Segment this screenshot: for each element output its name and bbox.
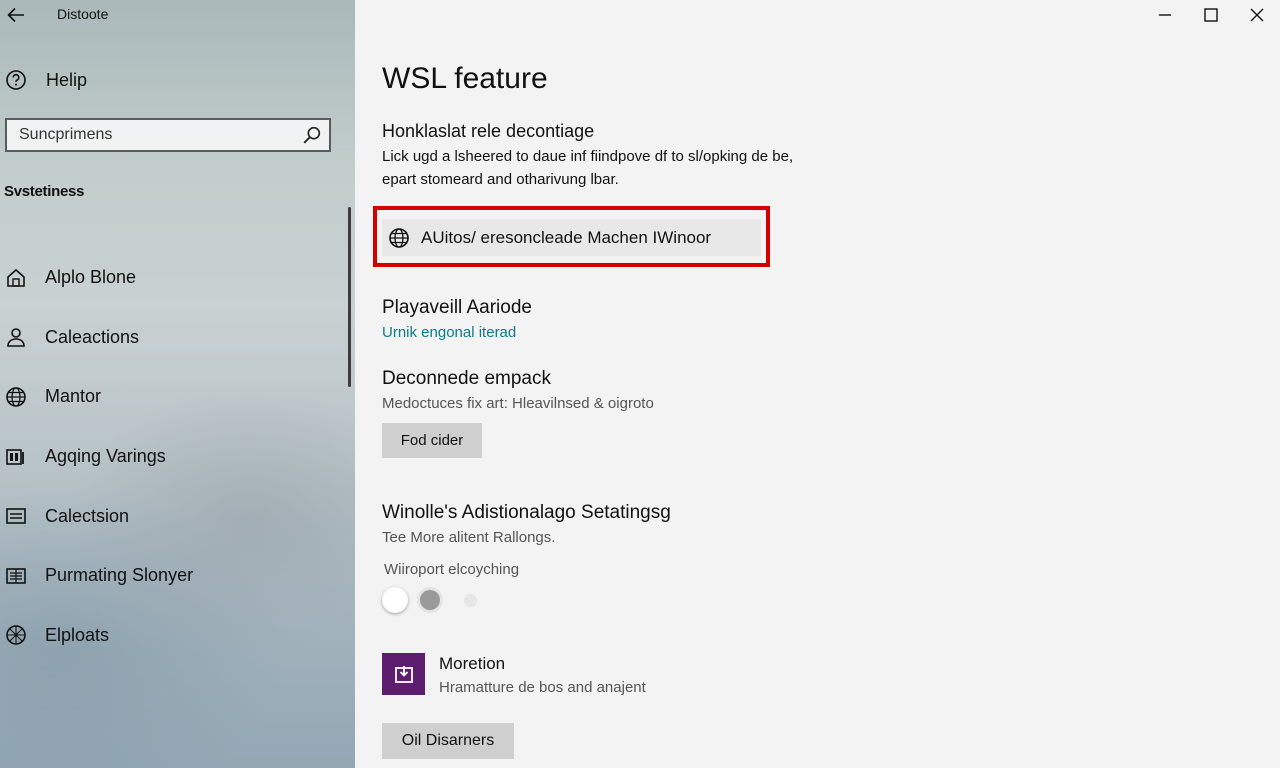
sidebar-item-label: Agqing Varings: [45, 446, 166, 467]
page-title: WSL feature: [382, 62, 548, 95]
window-icon: [4, 504, 28, 528]
sidebar-item-agqing-varings[interactable]: Agqing Varings: [0, 427, 340, 487]
devices-icon: [4, 445, 28, 469]
oil-disarners-button[interactable]: Oil Disarners: [382, 723, 514, 759]
main-content: WSL feature Honklaslat rele decontiage L…: [355, 0, 1280, 768]
sidebar-section-header: Svstetiness: [4, 183, 85, 200]
fod-cider-button[interactable]: Fod cider: [382, 423, 482, 458]
section-heading: Deconnede empack: [382, 368, 551, 389]
sidebar-item-label: Calectsion: [45, 505, 130, 526]
book-icon: [4, 564, 28, 588]
help-link[interactable]: Helip: [4, 68, 87, 92]
radio-option[interactable]: [420, 590, 440, 610]
globe-icon: [4, 385, 28, 409]
section-description: Medoctuces fix art: Hleavilnsed & oigrot…: [382, 395, 654, 412]
option-label: Wiiroport elcoyching: [384, 561, 520, 578]
sidebar-item-label: Purmating Slonyer: [45, 565, 194, 586]
sidebar-item-elploats[interactable]: Elploats: [0, 606, 340, 666]
app-title: Distoote: [57, 6, 109, 22]
sidebar-item-purmating-slonyer[interactable]: Purmating Slonyer: [0, 546, 340, 606]
moretion-tile: [382, 653, 425, 695]
sidebar-item-label: Alplo Blone: [45, 267, 137, 288]
download-icon: [394, 666, 413, 683]
section-heading: Moretion: [439, 654, 506, 673]
section-description: Lick ugd a lsheered to daue inf fiindpov…: [382, 145, 902, 191]
back-button[interactable]: [4, 3, 28, 27]
home-icon: [4, 266, 28, 290]
section-subtitle: Honklaslat rele decontiage: [382, 121, 595, 141]
sidebar-item-alplo-blone[interactable]: Alplo Blone: [0, 248, 340, 308]
globe-icon: [387, 226, 411, 250]
close-button[interactable]: [1234, 0, 1280, 30]
description-line: Lick ugd a lsheered to daue inf fiindpov…: [382, 148, 794, 165]
section-description: Tee More alitent Rallongs.: [382, 529, 556, 546]
help-icon: [6, 70, 26, 90]
sidebar: Distoote Helip Svstetiness Alplo Blone C…: [0, 0, 355, 768]
wsl-action-label: AUitos/ eresoncleade Machen IWinoor: [421, 227, 712, 247]
search-input[interactable]: [7, 125, 301, 145]
section-heading: Playaveill Aariode: [382, 297, 532, 318]
radio-option[interactable]: [382, 587, 408, 613]
network-icon: [4, 623, 28, 647]
search-box: [5, 118, 331, 152]
section-link[interactable]: Urnik engonal iterad: [382, 324, 516, 341]
wsl-action-button[interactable]: AUitos/ eresoncleade Machen IWinoor: [382, 219, 761, 256]
option-radio-group: [382, 587, 522, 613]
person-icon: [4, 325, 28, 349]
search-icon[interactable]: [301, 124, 323, 146]
sidebar-item-label: Mantor: [45, 386, 102, 407]
sidebar-item-calectsion[interactable]: Calectsion: [0, 486, 340, 546]
radio-option[interactable]: [464, 594, 477, 607]
section-description: Hramatture de bos and anajent: [439, 679, 646, 696]
sidebar-item-label: Caleactions: [45, 326, 140, 347]
sidebar-item-label: Elploats: [45, 624, 110, 645]
maximize-icon: [1204, 8, 1218, 22]
sidebar-item-caleactions[interactable]: Caleactions: [0, 308, 340, 368]
description-line: epart stomeard and otharivung lbar.: [382, 171, 619, 188]
sidebar-nav: Alplo Blone Caleactions Mantor Agqing Va…: [0, 248, 340, 665]
section-heading: Winolle's Adistionalago Setatingsg: [382, 502, 671, 523]
arrow-left-icon: [7, 7, 24, 23]
window-controls: [1142, 0, 1280, 30]
help-label: Helip: [46, 69, 88, 90]
close-icon: [1250, 8, 1264, 22]
sidebar-scrollbar[interactable]: [348, 207, 351, 387]
minimize-button[interactable]: [1142, 0, 1188, 30]
maximize-button[interactable]: [1188, 0, 1234, 30]
minimize-icon: [1159, 14, 1171, 16]
sidebar-item-mantor[interactable]: Mantor: [0, 367, 340, 427]
